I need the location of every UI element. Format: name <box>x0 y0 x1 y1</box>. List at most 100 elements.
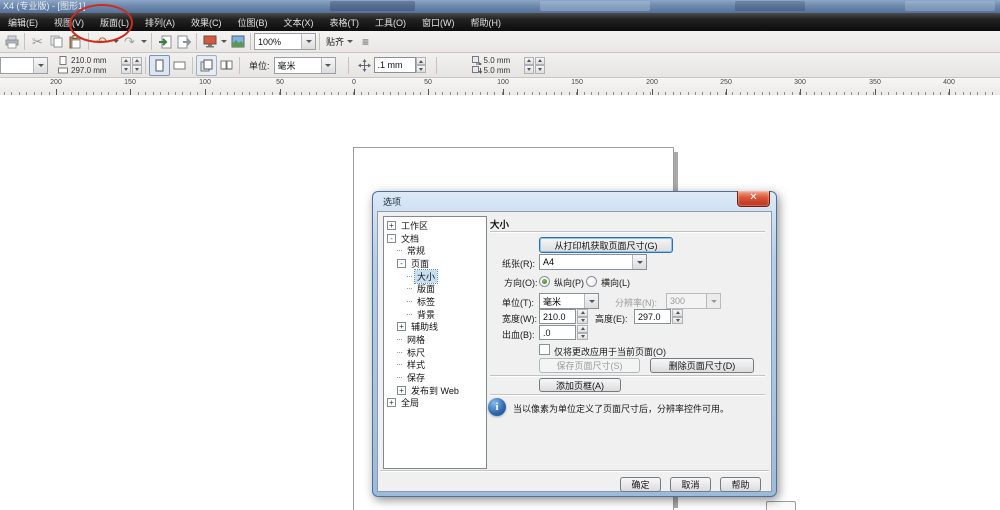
zoom-level-combobox[interactable]: 100% <box>254 33 316 50</box>
units-combobox[interactable]: 毫米 <box>539 293 599 309</box>
tree-item-2[interactable]: 常规 <box>384 244 486 257</box>
menu-item-0[interactable]: 编辑(E) <box>0 16 46 29</box>
landscape-page-icon <box>58 67 68 73</box>
combo-arrow-button[interactable] <box>584 294 598 308</box>
height-field[interactable]: 297.0 <box>634 309 671 324</box>
copy-button[interactable] <box>47 32 66 51</box>
combo-arrow-button[interactable] <box>33 57 47 73</box>
chevron-down-icon <box>325 63 332 67</box>
menu-item-5[interactable]: 位图(B) <box>230 16 276 29</box>
combo-arrow-button[interactable] <box>632 255 646 269</box>
paper-height-field[interactable]: 297.0 mm <box>71 66 121 75</box>
duplicate-distance-y-field[interactable]: 5.0 mm <box>484 66 524 75</box>
menu-item-6[interactable]: 文本(X) <box>276 16 322 29</box>
get-page-size-from-printer-button[interactable]: 从打印机获取页面尺寸(G) <box>539 237 673 253</box>
nudge-offset-spinner[interactable] <box>415 57 426 73</box>
tree-item-13[interactable]: + 发布到 Web <box>384 384 486 397</box>
collapse-icon[interactable]: - <box>387 233 396 243</box>
portrait-radio[interactable] <box>539 276 550 287</box>
tree-item-4[interactable]: 大小 <box>384 268 486 284</box>
tree-item-7[interactable]: 背景 <box>384 308 486 321</box>
welcome-screen-button[interactable] <box>228 32 247 51</box>
expand-icon[interactable]: + <box>397 322 406 332</box>
ok-button[interactable]: 确定 <box>620 477 661 492</box>
print-button[interactable] <box>2 32 21 51</box>
help-button[interactable]: 帮助 <box>720 477 761 492</box>
landscape-radio[interactable] <box>586 276 597 287</box>
options-button[interactable]: ≡ <box>356 32 375 51</box>
units-combobox[interactable]: 毫米 <box>273 56 336 74</box>
width-spinner[interactable] <box>577 309 588 324</box>
duplicate-distance-x-field[interactable]: 5.0 mm <box>484 56 524 65</box>
collapse-icon[interactable]: - <box>397 258 406 268</box>
ruler-number: 100 <box>199 79 211 86</box>
chevron-down-icon <box>710 299 717 303</box>
redo-button[interactable]: ↷ <box>120 32 139 51</box>
duplicate-distance-spinner-2[interactable] <box>534 56 545 74</box>
tree-item-6[interactable]: 标签 <box>384 295 486 308</box>
tree-item-8[interactable]: + 辅助线 <box>384 321 486 334</box>
menu-item-7[interactable]: 表格(T) <box>322 16 368 29</box>
toolbar-separator <box>24 33 25 50</box>
width-field[interactable]: 210.0 <box>539 309 576 324</box>
paper-size-spinner[interactable] <box>121 56 131 74</box>
application-launcher-dropdown[interactable] <box>219 32 228 51</box>
tree-connector <box>397 364 402 366</box>
tree-item-9[interactable]: 网格 <box>384 333 486 346</box>
expand-icon[interactable]: + <box>387 398 396 408</box>
menu-item-2[interactable]: 版面(L) <box>92 16 137 29</box>
expand-icon[interactable]: + <box>397 385 406 395</box>
add-page-frame-button[interactable]: 添加页框(A) <box>539 378 621 392</box>
menu-item-1[interactable]: 视图(V) <box>46 16 92 29</box>
import-button[interactable] <box>155 32 174 51</box>
tree-item-11[interactable]: 样式 <box>384 359 486 372</box>
facing-pages-button[interactable] <box>217 56 236 75</box>
undo-dropdown[interactable] <box>111 32 120 51</box>
tree-connector <box>397 351 402 353</box>
portrait-button[interactable] <box>149 54 170 76</box>
cancel-button[interactable]: 取消 <box>670 477 711 492</box>
combo-arrow-button[interactable] <box>301 34 315 49</box>
tree-item-12[interactable]: 保存 <box>384 371 486 384</box>
tree-item-10[interactable]: 标尺 <box>384 346 486 359</box>
tree-item-label: 背景 <box>417 309 436 320</box>
delete-page-size-button[interactable]: 删除页面尺寸(D) <box>650 358 754 373</box>
titlebar-decoration <box>330 1 415 11</box>
close-icon: ✕ <box>749 192 758 203</box>
expand-icon[interactable]: + <box>387 220 396 230</box>
combo-arrow-button[interactable] <box>320 57 335 73</box>
tree-item-3[interactable]: - 页面 <box>384 257 486 270</box>
menu-item-10[interactable]: 帮助(H) <box>463 16 510 29</box>
bleed-spinner[interactable] <box>577 325 588 340</box>
height-spinner[interactable] <box>672 309 683 324</box>
close-button[interactable]: ✕ <box>737 191 770 207</box>
export-button[interactable] <box>174 32 193 51</box>
menu-item-8[interactable]: 工具(O) <box>367 16 414 29</box>
nudge-offset-field[interactable]: .1 mm <box>373 57 416 73</box>
tree-item-14[interactable]: + 全局 <box>384 397 486 410</box>
tree-item-5[interactable]: 版面 <box>384 282 486 295</box>
all-pages-button[interactable] <box>196 54 217 76</box>
landscape-button[interactable] <box>170 56 189 75</box>
menu-item-4[interactable]: 效果(C) <box>183 16 230 29</box>
application-launcher-button[interactable] <box>200 32 219 51</box>
cut-button[interactable]: ✂ <box>28 32 47 51</box>
bleed-field[interactable]: .0 <box>539 325 576 340</box>
paste-button[interactable] <box>66 32 85 51</box>
snap-to-dropdown[interactable]: 贴齐 <box>323 35 356 48</box>
tree-item-1[interactable]: - 文档 <box>384 232 486 245</box>
menu-item-9[interactable]: 窗口(W) <box>414 16 463 29</box>
chevron-down-icon <box>305 40 312 43</box>
tree-item-0[interactable]: + 工作区 <box>384 219 486 232</box>
undo-button[interactable]: ↶ <box>92 32 111 51</box>
redo-dropdown[interactable] <box>139 32 148 51</box>
paper-size-combobox[interactable]: A4 <box>539 254 647 270</box>
duplicate-distance-spinner[interactable] <box>523 56 534 74</box>
page-size-preset-combobox[interactable] <box>0 56 48 74</box>
menu-item-3[interactable]: 排列(A) <box>137 16 183 29</box>
paper-width-field[interactable]: 210.0 mm <box>71 56 121 65</box>
paper-size-spinner-2[interactable] <box>132 56 142 74</box>
paste-icon <box>69 34 81 48</box>
horizontal-ruler[interactable]: 200 150 100 50 0 50 100 150 200 250 300 350 400 <box>0 78 1000 96</box>
apply-to-current-page-checkbox[interactable] <box>539 344 550 355</box>
